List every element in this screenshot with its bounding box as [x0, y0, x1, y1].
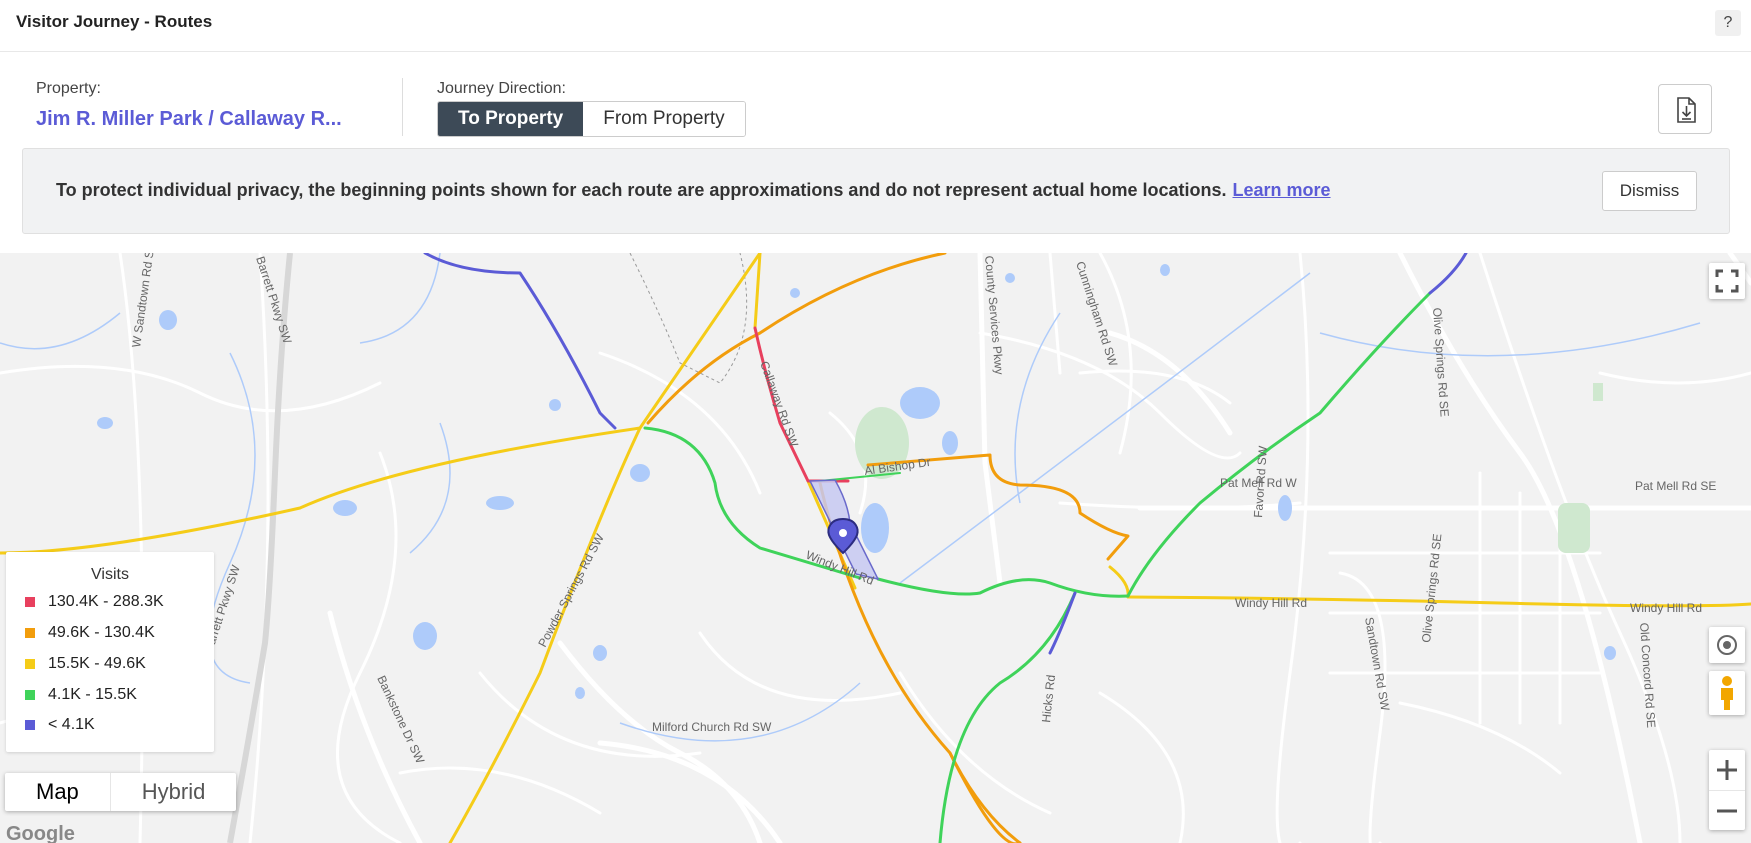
map-label: Bankstone Dr SW: [374, 673, 427, 766]
my-location-button[interactable]: [1709, 627, 1745, 663]
map-type-hybrid-button[interactable]: Hybrid: [109, 773, 237, 811]
map-label: Pat Mell Rd SE: [1635, 479, 1716, 493]
map-type-map-button[interactable]: Map: [5, 773, 110, 811]
fullscreen-icon: [1715, 269, 1739, 293]
map-label: County Services Pkwy: [982, 255, 1006, 375]
map-label: Powder Springs Rd SW: [535, 531, 607, 649]
privacy-message: To protect individual privacy, the begin…: [56, 180, 1331, 201]
journey-direction-toggle: To Property From Property: [437, 101, 746, 137]
legend-label: 49.6K - 130.4K: [48, 624, 155, 641]
map-label: Olive Springs Rd SE: [1430, 307, 1452, 417]
page-header: Visitor Journey - Routes ?: [0, 0, 1751, 52]
map-label: Sandtown Rd SW: [1362, 616, 1392, 712]
visits-legend: Visits 130.4K - 288.3K 49.6K - 130.4K 15…: [6, 552, 214, 752]
map-type-control: Map Hybrid: [5, 773, 237, 811]
map-label: Old Concord Rd SE: [1637, 622, 1658, 728]
privacy-text: To protect individual privacy, the begin…: [56, 180, 1227, 200]
download-icon: [1677, 97, 1696, 123]
google-logo: Google: [6, 823, 75, 843]
legend-swatch: [25, 690, 35, 700]
map-label: Callaway Rd SW: [757, 359, 801, 449]
fullscreen-button[interactable]: [1709, 263, 1745, 299]
legend-swatch: [25, 720, 35, 730]
legend-swatch: [25, 659, 35, 669]
route-map[interactable]: Windy Hill Rd Windy Hill Rd Windy Hill R…: [0, 253, 1751, 843]
legend-label: 15.5K - 49.6K: [48, 655, 146, 672]
help-button[interactable]: ?: [1715, 10, 1741, 36]
legend-swatch: [25, 628, 35, 638]
map-canvas: Windy Hill Rd Windy Hill Rd Windy Hill R…: [0, 253, 1751, 843]
zoom-in-icon: [1717, 760, 1737, 780]
map-label: Windy Hill Rd: [1630, 601, 1702, 615]
map-label: W Sandtown Rd SW: [129, 253, 158, 348]
to-property-button[interactable]: To Property: [438, 102, 584, 136]
zoom-in-button[interactable]: [1709, 750, 1745, 790]
legend-label: 130.4K - 288.3K: [48, 593, 164, 610]
legend-label: < 4.1K: [48, 716, 95, 733]
zoom-out-button[interactable]: [1709, 790, 1745, 830]
my-location-icon: [1717, 635, 1737, 655]
legend-item: 49.6K - 130.4K: [25, 623, 155, 643]
legend-title: Visits: [91, 566, 129, 583]
property-selector[interactable]: Jim R. Miller Park / Callaway R...: [36, 108, 342, 131]
zoom-control: [1709, 750, 1745, 830]
dismiss-button[interactable]: Dismiss: [1602, 171, 1697, 211]
journey-direction-label: Journey Direction:: [437, 80, 566, 97]
controls-bar: Property: Jim R. Miller Park / Callaway …: [0, 52, 1751, 148]
legend-item: 130.4K - 288.3K: [25, 592, 164, 612]
page-title: Visitor Journey - Routes: [16, 12, 213, 31]
map-label: Milford Church Rd SW: [652, 720, 772, 734]
property-label: Property:: [36, 80, 101, 97]
legend-item: < 4.1K: [25, 715, 95, 735]
map-label: Hicks Rd: [1039, 674, 1058, 723]
map-label: Cunningham Rd SW: [1073, 260, 1120, 369]
legend-swatch: [25, 597, 35, 607]
legend-item: 15.5K - 49.6K: [25, 654, 146, 674]
map-label: Windy Hill Rd: [1235, 596, 1307, 610]
from-property-button[interactable]: From Property: [583, 102, 745, 136]
legend-label: 4.1K - 15.5K: [48, 686, 137, 703]
street-view-button[interactable]: [1709, 671, 1745, 715]
learn-more-link[interactable]: Learn more: [1233, 180, 1331, 200]
zoom-out-icon: [1717, 809, 1737, 813]
legend-item: 4.1K - 15.5K: [25, 685, 137, 705]
divider: [402, 78, 403, 136]
map-label: Olive Springs Rd SE: [1419, 533, 1444, 643]
privacy-notice: To protect individual privacy, the begin…: [22, 148, 1730, 234]
pegman-icon: [1721, 676, 1733, 710]
download-button[interactable]: [1658, 84, 1712, 134]
